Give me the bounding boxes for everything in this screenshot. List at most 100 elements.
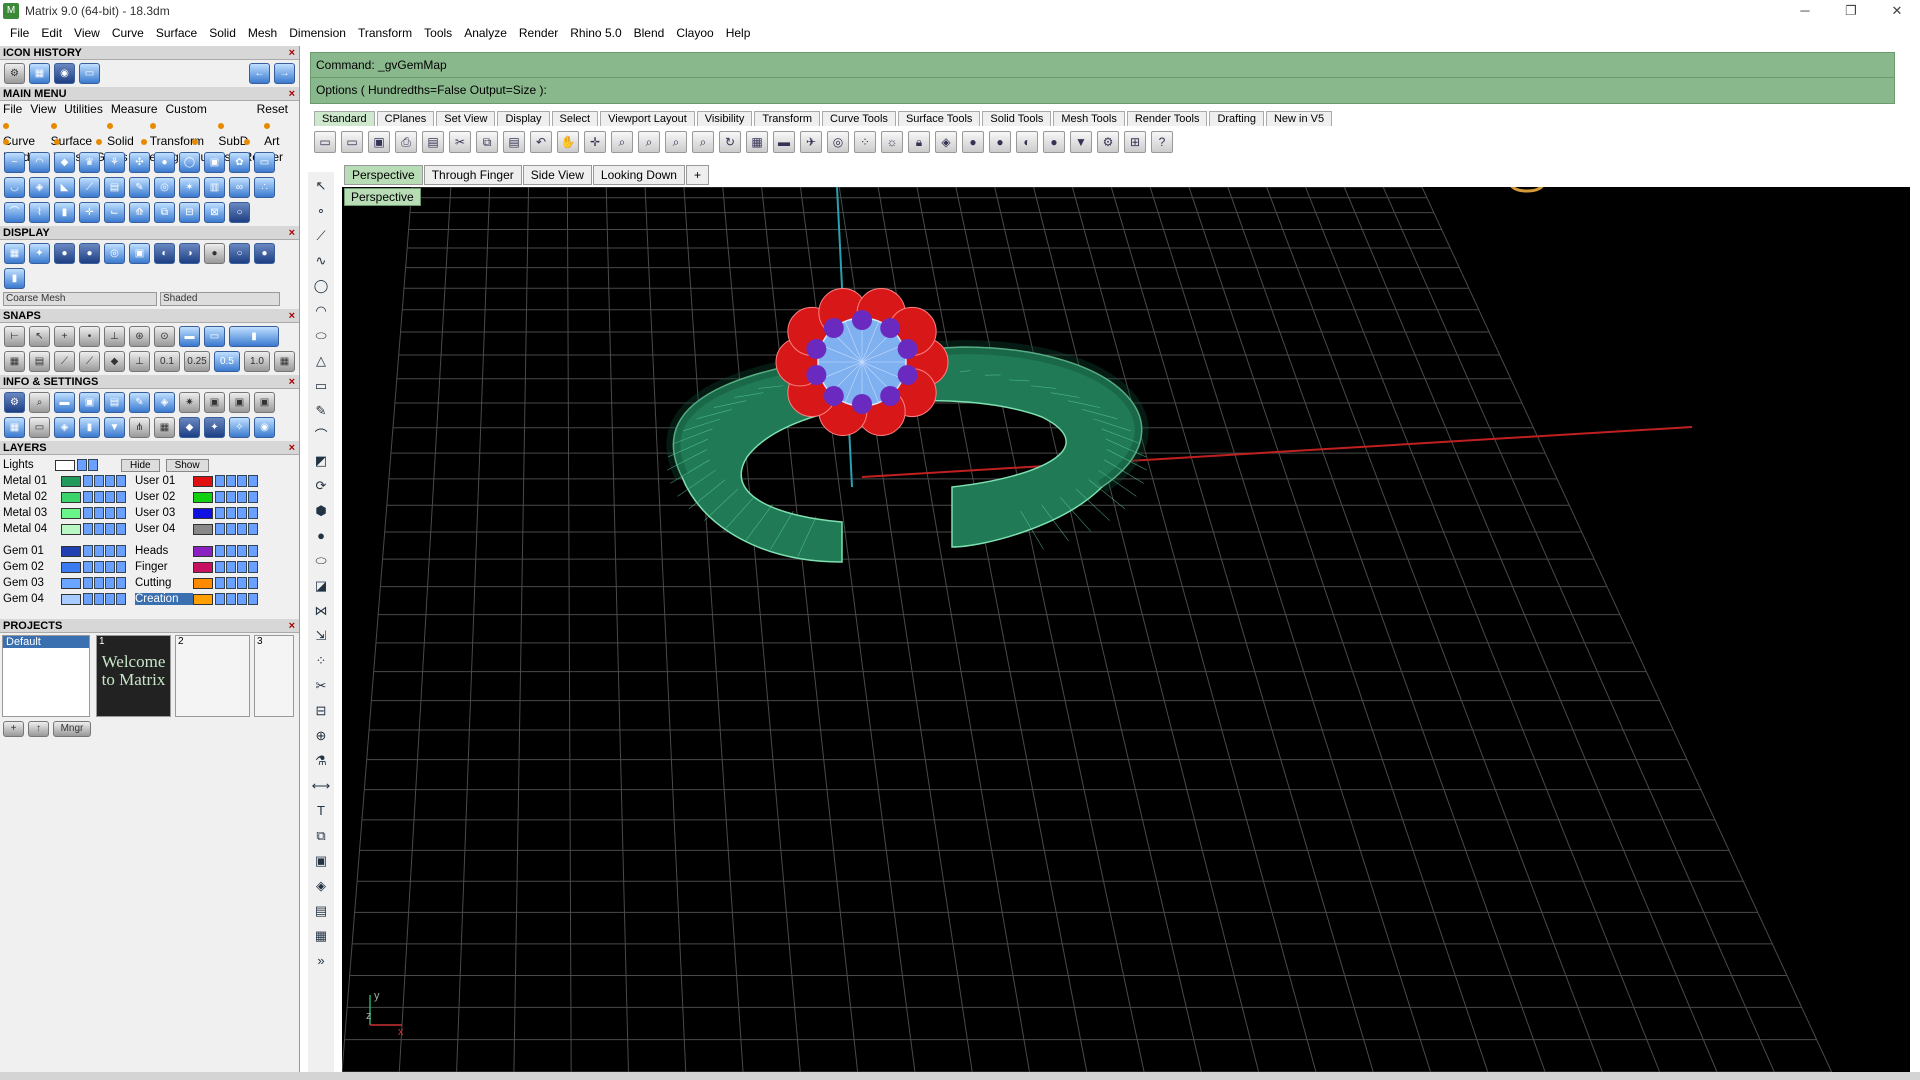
- lights-lock[interactable]: [77, 459, 87, 471]
- project-default[interactable]: Default: [3, 636, 89, 648]
- help-icon[interactable]: ?: [1151, 131, 1173, 153]
- menu-analyze[interactable]: Analyze: [458, 26, 513, 40]
- toolbar-tab-new-in-v5[interactable]: New in V5: [1265, 111, 1333, 126]
- render-icon[interactable]: ◈: [310, 875, 332, 897]
- layer-row[interactable]: Cutting: [135, 575, 259, 591]
- layer-expand-icon[interactable]: [83, 561, 93, 573]
- table-icon[interactable]: ▦: [4, 417, 25, 438]
- layer-lock-icon[interactable]: [226, 593, 236, 605]
- link-tool-icon[interactable]: ∞: [229, 177, 250, 198]
- camera-icon[interactable]: ▣: [204, 152, 225, 173]
- tech-display-icon[interactable]: ▣: [129, 243, 150, 264]
- menu-help[interactable]: Help: [720, 26, 757, 40]
- mid-snap-icon[interactable]: •: [79, 326, 100, 347]
- close-button[interactable]: ✕: [1874, 0, 1920, 22]
- layer-row[interactable]: Gem 04: [3, 591, 127, 607]
- sweep-tool-icon[interactable]: ⟋: [79, 177, 100, 198]
- menu-edit[interactable]: Edit: [35, 26, 68, 40]
- layer-toggle-icon[interactable]: [248, 523, 258, 535]
- shield-icon[interactable]: ◈: [29, 177, 50, 198]
- grid-icon[interactable]: ▦: [310, 925, 332, 947]
- pan-hand-icon[interactable]: ✋: [557, 131, 579, 153]
- settings-icon[interactable]: ⚙: [4, 392, 25, 413]
- main-menu-utilities[interactable]: Utilities: [64, 101, 103, 117]
- layer-expand-icon[interactable]: [83, 507, 93, 519]
- layer-visible-icon[interactable]: [237, 561, 247, 573]
- forward-arrow-icon[interactable]: →: [274, 63, 295, 84]
- polygon-icon[interactable]: △: [310, 350, 332, 372]
- main-menu-view[interactable]: View: [30, 101, 56, 117]
- layer-icon[interactable]: ▤: [310, 900, 332, 922]
- layer-lock-icon[interactable]: [226, 561, 236, 573]
- zoom-selected-icon[interactable]: ⌕: [692, 131, 714, 153]
- main-menu-measure[interactable]: Measure: [111, 101, 158, 117]
- layer-color-swatch[interactable]: [193, 507, 213, 519]
- restore-button[interactable]: ❐: [1828, 0, 1874, 22]
- layer-color-swatch[interactable]: [61, 475, 81, 487]
- layer-lock-icon[interactable]: [94, 475, 104, 487]
- block-icon[interactable]: ▣: [310, 850, 332, 872]
- circle-icon[interactable]: ◯: [310, 275, 332, 297]
- close-icon[interactable]: ×: [289, 226, 295, 240]
- layer-toggle-icon[interactable]: [116, 577, 126, 589]
- flower-tool-icon[interactable]: ✿: [229, 152, 250, 173]
- layer-visible-icon[interactable]: [237, 577, 247, 589]
- layer-toggle-icon[interactable]: [248, 593, 258, 605]
- cut-icon[interactable]: ✂: [449, 131, 471, 153]
- back-arrow-icon[interactable]: ←: [249, 63, 270, 84]
- bar-tool-icon[interactable]: ▮: [54, 202, 75, 223]
- cage-tool-icon[interactable]: ▥: [204, 177, 225, 198]
- prong-bead[interactable]: [823, 385, 844, 406]
- layer-visible-icon[interactable]: [105, 507, 115, 519]
- toolbar-tab-curve-tools[interactable]: Curve Tools: [822, 111, 896, 126]
- viewport-tab-perspective[interactable]: Perspective: [344, 165, 423, 185]
- transform-icon[interactable]: ⇲: [310, 625, 332, 647]
- layer-toggle-icon[interactable]: [248, 507, 258, 519]
- flow-tool-icon[interactable]: ⟰: [129, 202, 150, 223]
- close-icon[interactable]: ×: [289, 375, 295, 389]
- blade-tool-icon[interactable]: ◣: [54, 177, 75, 198]
- bead-tool-icon[interactable]: ∴: [254, 177, 275, 198]
- layer-toggle-icon[interactable]: [248, 577, 258, 589]
- manager-button[interactable]: Mngr: [53, 721, 91, 737]
- move-tool-icon[interactable]: ✛: [79, 202, 100, 223]
- show-button[interactable]: Show: [165, 458, 209, 472]
- layer-color-swatch[interactable]: [61, 561, 81, 573]
- layer-toggle-icon[interactable]: [116, 491, 126, 503]
- layer-visible-icon[interactable]: [105, 475, 115, 487]
- layer-lock-icon[interactable]: [94, 577, 104, 589]
- toolbar-tab-visibility[interactable]: Visibility: [696, 111, 753, 126]
- bezel-tool-icon[interactable]: ◎: [154, 177, 175, 198]
- layer-row[interactable]: Metal 01: [3, 473, 127, 489]
- gold-material-icon[interactable]: ●: [204, 243, 225, 264]
- layer-row[interactable]: User 03: [135, 505, 259, 521]
- star-tool-icon[interactable]: ✶: [179, 177, 200, 198]
- layer-visible-icon[interactable]: [105, 491, 115, 503]
- toolbar-tab-solid-tools[interactable]: Solid Tools: [982, 111, 1052, 126]
- layer-color-swatch[interactable]: [193, 577, 213, 589]
- layer-row[interactable]: User 02: [135, 489, 259, 505]
- snap-value-3[interactable]: 0.5: [214, 351, 240, 372]
- mesh-icon[interactable]: ⋈: [310, 600, 332, 622]
- prong-bead[interactable]: [880, 318, 901, 339]
- zoom-extents-icon[interactable]: ⌕: [665, 131, 687, 153]
- menu-solid[interactable]: Solid: [203, 26, 242, 40]
- layer-row[interactable]: Finger: [135, 559, 259, 575]
- line-snap-icon[interactable]: ⟋: [54, 351, 75, 372]
- join-icon[interactable]: ⊕: [310, 725, 332, 747]
- layer-row[interactable]: Gem 02: [3, 559, 127, 575]
- rotate-view-icon[interactable]: ↻: [719, 131, 741, 153]
- layer-lock-icon[interactable]: [226, 475, 236, 487]
- menu-dimension[interactable]: Dimension: [283, 26, 352, 40]
- grid-small-icon[interactable]: ▦: [154, 417, 175, 438]
- layer-expand-icon[interactable]: [83, 523, 93, 535]
- layer-toggle-icon[interactable]: [248, 475, 258, 487]
- layer-toggle-icon[interactable]: [116, 561, 126, 573]
- toolbar-tab-drafting[interactable]: Drafting: [1209, 111, 1264, 126]
- layer-toggle-icon[interactable]: [248, 561, 258, 573]
- perspective-viewport[interactable]: y z x: [342, 187, 1910, 1072]
- split-icon[interactable]: ⊟: [310, 700, 332, 722]
- menu-tools[interactable]: Tools: [418, 26, 458, 40]
- main-menu-render-item[interactable]: Render: [243, 133, 292, 164]
- layer-expand-icon[interactable]: [215, 545, 225, 557]
